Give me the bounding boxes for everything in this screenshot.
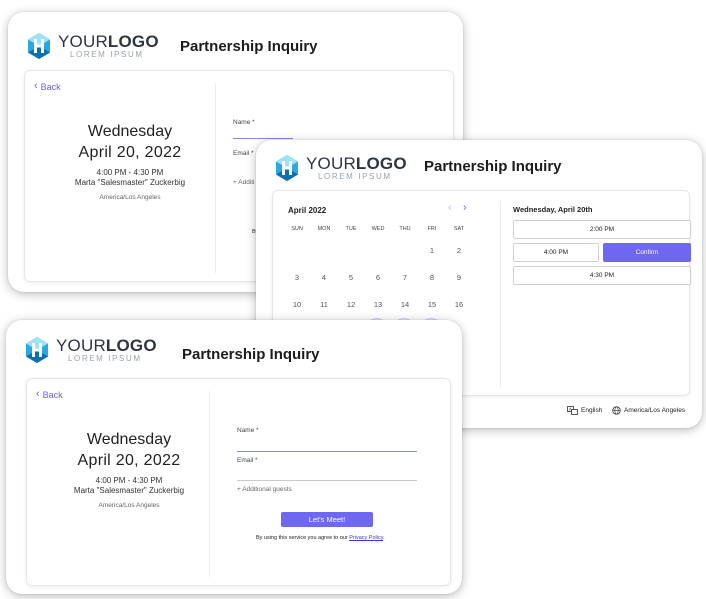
event-timezone: America/Los Angeles: [98, 502, 160, 509]
calendar-day[interactable]: 15: [422, 300, 442, 309]
logo-word-light: YOUR: [306, 154, 356, 173]
terms-suffix: .: [383, 535, 385, 541]
calendar-day[interactable]: 2: [449, 246, 469, 255]
weekday-header: WED: [371, 226, 385, 232]
logo-word-bold: LOGO: [107, 32, 159, 51]
calendar-day[interactable]: 8: [422, 273, 442, 282]
booking-card: ‹ Back Wednesday April 20, 2022 4:00 PM -…: [26, 378, 451, 586]
logo-mark-icon: [28, 33, 50, 59]
privacy-policy-link[interactable]: Privacy Policy: [349, 535, 383, 541]
calendar-day[interactable]: 16: [449, 300, 469, 309]
back-link[interactable]: ‹ Back: [34, 81, 61, 92]
event-host: Marta "Salesmaster" Zuckerbig: [73, 486, 185, 495]
calendar-day[interactable]: 6: [368, 273, 388, 282]
lets-meet-button[interactable]: Let's Meet!: [281, 512, 373, 527]
weekday-header: SUN: [291, 226, 303, 232]
email-label: Email *: [233, 150, 254, 157]
logo-word-light: YOUR: [56, 336, 106, 355]
weekday-header: TUE: [345, 226, 357, 232]
logo-word-bold: LOGO: [355, 154, 407, 173]
logo-mark-icon: [26, 337, 48, 363]
name-label: Name *: [237, 427, 259, 434]
divider: [500, 201, 501, 387]
timezone-selector[interactable]: America/Los Angeles: [612, 406, 685, 415]
screen-form-front: YOURLOGO LOREM IPSUM Partnership Inquiry…: [6, 320, 462, 594]
svg-text:A: A: [569, 407, 572, 412]
page-title: Partnership Inquiry: [424, 158, 562, 175]
calendar-month: April 2022: [288, 206, 327, 215]
language-selector[interactable]: A English: [567, 406, 602, 415]
page-title: Partnership Inquiry: [180, 38, 318, 55]
back-label: Back: [42, 389, 63, 400]
weekday-header: MON: [317, 226, 331, 232]
calendar-day[interactable]: 14: [395, 300, 415, 309]
confirm-button[interactable]: Confirm: [603, 243, 691, 262]
time-slot-selected[interactable]: 4:00 PM: [513, 243, 599, 262]
language-label: English: [581, 407, 603, 414]
weekday-header: FRI: [427, 226, 437, 232]
calendar-day[interactable]: 1: [422, 246, 442, 255]
logo-word-light: YOUR: [58, 32, 108, 51]
logo: YOURLOGO LOREM IPSUM: [274, 154, 407, 182]
divider: [215, 83, 216, 273]
logo-word-bold: LOGO: [105, 336, 157, 355]
event-time: 4:00 PM - 4:30 PM: [95, 476, 163, 485]
page-title: Partnership Inquiry: [182, 346, 320, 363]
chevron-left-icon: ‹: [36, 388, 40, 400]
prev-month-icon[interactable]: ‹: [448, 203, 452, 214]
event-host: Marta "Salesmaster" Zuckerbig: [74, 178, 186, 187]
time-slot[interactable]: 4:30 PM: [513, 266, 691, 285]
email-label: Email *: [237, 457, 258, 464]
event-summary: Wednesday April 20, 2022 4:00 PM - 4:30 …: [55, 123, 205, 201]
calendar-day[interactable]: 3: [287, 273, 307, 282]
calendar-day[interactable]: 9: [449, 273, 469, 282]
back-link[interactable]: ‹ Back: [36, 389, 63, 400]
next-month-icon[interactable]: ›: [463, 203, 467, 214]
event-timezone: America/Los Angeles: [99, 194, 161, 201]
header: YOURLOGO LOREM IPSUM Partnership Inquiry: [8, 12, 463, 70]
event-time: 4:00 PM - 4:30 PM: [96, 168, 164, 177]
translate-icon: A: [567, 406, 578, 415]
logo: YOURLOGO LOREM IPSUM: [24, 336, 157, 364]
name-input[interactable]: [237, 451, 417, 452]
weekday-header: SAT: [453, 226, 465, 232]
divider: [209, 391, 210, 577]
logo: YOURLOGO LOREM IPSUM: [26, 32, 159, 60]
event-weekday: Wednesday: [87, 123, 173, 140]
logo-subtitle: LOREM IPSUM: [68, 354, 142, 363]
event-date: April 20, 2022: [78, 144, 182, 161]
name-label: Name *: [233, 119, 255, 126]
event-date: April 20, 2022: [77, 452, 181, 469]
logo-subtitle: LOREM IPSUM: [318, 172, 392, 181]
weekday-header: THU: [399, 226, 411, 232]
calendar-day[interactable]: 7: [395, 273, 415, 282]
logo-subtitle: LOREM IPSUM: [70, 50, 144, 59]
calendar-day[interactable]: 12: [341, 300, 361, 309]
additional-guests-link[interactable]: + Additional guests: [237, 486, 292, 493]
timezone-label: America/Los Angeles: [624, 407, 686, 414]
back-label: Back: [40, 81, 61, 92]
globe-icon: [612, 406, 621, 415]
header: YOURLOGO LOREM IPSUM Partnership Inquiry: [6, 320, 462, 378]
chevron-left-icon: ‹: [34, 80, 38, 92]
selected-date-heading: Wednesday, April 20th: [513, 205, 593, 214]
calendar-day[interactable]: 5: [341, 273, 361, 282]
terms-prefix: By using this service you agree to our: [256, 535, 350, 541]
additional-guests-link[interactable]: + Additi: [233, 179, 255, 186]
time-slot[interactable]: 2:00 PM: [513, 220, 691, 239]
calendar-day[interactable]: 10: [287, 300, 307, 309]
terms-text: By using this service you agree to our P…: [256, 535, 385, 541]
event-weekday: Wednesday: [86, 431, 172, 448]
calendar-day[interactable]: 11: [314, 300, 334, 309]
event-summary: Wednesday April 20, 2022 4:00 PM - 4:30 …: [49, 431, 209, 509]
calendar-day[interactable]: 13: [368, 300, 388, 309]
name-input[interactable]: [233, 138, 293, 139]
email-input[interactable]: [237, 480, 417, 481]
logo-mark-icon: [276, 155, 298, 181]
calendar-day[interactable]: 4: [314, 273, 334, 282]
